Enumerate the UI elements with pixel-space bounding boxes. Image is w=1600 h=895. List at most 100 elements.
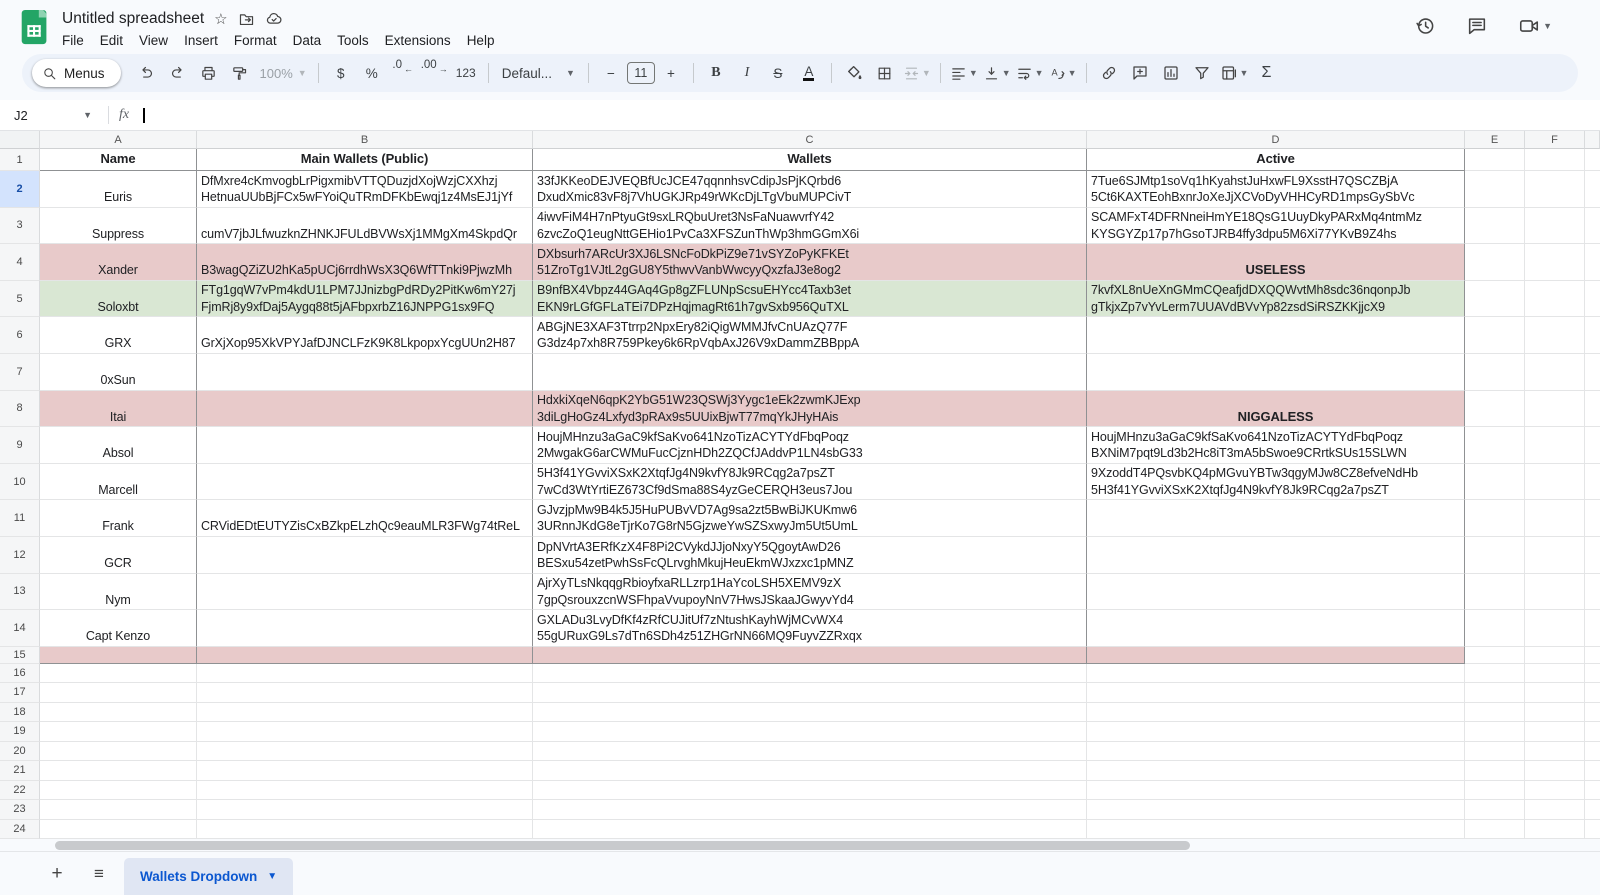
cell-A12[interactable]: GCR	[40, 537, 197, 574]
menus-search-button[interactable]: Menus	[32, 59, 121, 87]
menu-file[interactable]: File	[54, 31, 92, 50]
cell-D7[interactable]	[1087, 354, 1465, 391]
cell-A1[interactable]: Name	[40, 149, 197, 171]
cell-E20[interactable]	[1465, 742, 1525, 762]
borders-button[interactable]	[870, 60, 900, 86]
sheets-logo-icon[interactable]	[20, 9, 50, 47]
cell-B9[interactable]	[197, 427, 533, 464]
paint-format-button[interactable]	[225, 60, 255, 86]
cell-E3[interactable]	[1465, 208, 1525, 245]
fill-color-button[interactable]	[839, 60, 869, 86]
star-icon[interactable]: ☆	[214, 10, 227, 28]
cell-E22[interactable]	[1465, 781, 1525, 801]
cell-C15[interactable]	[533, 647, 1087, 664]
more-formats-button[interactable]: 123	[451, 60, 481, 86]
menu-insert[interactable]: Insert	[176, 31, 226, 50]
undo-button[interactable]	[132, 60, 162, 86]
cell-E19[interactable]	[1465, 722, 1525, 742]
cell-F2[interactable]	[1525, 171, 1585, 208]
menu-help[interactable]: Help	[459, 31, 503, 50]
cell-D1[interactable]: Active	[1087, 149, 1465, 171]
cell-C24[interactable]	[533, 820, 1087, 839]
cell-E2[interactable]	[1465, 171, 1525, 208]
cell-D2[interactable]: 7Tue6SJMtp1soVq1hKyahstJuHxwFL9XsstH7QSC…	[1087, 171, 1465, 208]
row-header-3[interactable]: 3	[0, 208, 40, 245]
menu-extensions[interactable]: Extensions	[377, 31, 459, 50]
cell-A4[interactable]: Xander	[40, 244, 197, 281]
row-header-10[interactable]: 10	[0, 464, 40, 501]
cell-E14[interactable]	[1465, 610, 1525, 647]
cell-C17[interactable]	[533, 683, 1087, 703]
row-header-22[interactable]: 22	[0, 781, 40, 801]
cell-F5[interactable]	[1525, 281, 1585, 318]
cell-C5[interactable]: B9nfBX4Vbpz44GAq4Gp8gZFLUNpScsuEHYcc4Tax…	[533, 281, 1087, 318]
cell-C4[interactable]: DXbsurh7ARcUr3XJ6LSNcFoDkPiZ9e71vSYZoPyK…	[533, 244, 1087, 281]
cell-D17[interactable]	[1087, 683, 1465, 703]
format-currency-button[interactable]: $	[326, 60, 356, 86]
cell-B11[interactable]: CRVidEDtEUTYZisCxBZkpELzhQc9eauMLR3FWg74…	[197, 500, 533, 537]
cell-A15[interactable]	[40, 647, 197, 664]
cell-C18[interactable]	[533, 703, 1087, 723]
cell-D23[interactable]	[1087, 800, 1465, 820]
row-header-24[interactable]: 24	[0, 820, 40, 839]
cell-F14[interactable]	[1525, 610, 1585, 647]
text-color-button[interactable]: A	[794, 60, 824, 86]
all-sheets-button[interactable]: ≡	[82, 857, 116, 891]
column-header-F[interactable]: F	[1525, 131, 1585, 149]
row-header-21[interactable]: 21	[0, 761, 40, 781]
row-header-6[interactable]: 6	[0, 317, 40, 354]
cell-D3[interactable]: SCAMFxT4DFRNneiHmYE18QsG1UuyDkyPARxMq4nt…	[1087, 208, 1465, 245]
cell-B2[interactable]: DfMxre4cKmvogbLrPigxmibVTTQDuzjdXojWzjCX…	[197, 171, 533, 208]
zoom-select[interactable]: 100%▼	[256, 66, 311, 81]
cell-C6[interactable]: ABGjNE3XAF3Ttrrp2NpxEry82iQigWMMJfvCnUAz…	[533, 317, 1087, 354]
cell-B16[interactable]	[197, 664, 533, 684]
format-percent-button[interactable]: %	[357, 60, 387, 86]
name-box[interactable]: J2 ▼	[14, 108, 98, 123]
increase-font-size-button[interactable]: +	[656, 60, 686, 86]
cell-A13[interactable]: Nym	[40, 574, 197, 611]
cell-B1[interactable]: Main Wallets (Public)	[197, 149, 533, 171]
cell-F7[interactable]	[1525, 354, 1585, 391]
text-rotation-button[interactable]: A▼	[1047, 60, 1079, 86]
cell-A16[interactable]	[40, 664, 197, 684]
cell-E18[interactable]	[1465, 703, 1525, 723]
cell-B17[interactable]	[197, 683, 533, 703]
menu-edit[interactable]: Edit	[92, 31, 131, 50]
document-title[interactable]: Untitled spreadsheet	[62, 10, 204, 28]
cell-C13[interactable]: AjrXyTLsNkqqgRbioyfxaRLLzrp1HaYcoLSH5XEM…	[533, 574, 1087, 611]
decrease-decimals-button[interactable]: .0←	[388, 60, 418, 86]
row-header-17[interactable]: 17	[0, 683, 40, 703]
cell-C11[interactable]: GJvzjpMw9B4k5J5HuPUBvVD7Ag9sa2zt5BwBiJKU…	[533, 500, 1087, 537]
cell-D22[interactable]	[1087, 781, 1465, 801]
cell-B7[interactable]	[197, 354, 533, 391]
decrease-font-size-button[interactable]: −	[596, 60, 626, 86]
row-header-23[interactable]: 23	[0, 800, 40, 820]
cell-F16[interactable]	[1525, 664, 1585, 684]
menu-data[interactable]: Data	[285, 31, 330, 50]
cell-F3[interactable]	[1525, 208, 1585, 245]
cell-F15[interactable]	[1525, 647, 1585, 664]
formula-input-cursor[interactable]	[143, 108, 145, 123]
row-header-12[interactable]: 12	[0, 537, 40, 574]
column-header-A[interactable]: A	[40, 131, 197, 149]
functions-button[interactable]: Σ	[1251, 60, 1281, 86]
cell-A23[interactable]	[40, 800, 197, 820]
vertical-align-button[interactable]: ▼	[981, 60, 1013, 86]
cell-F6[interactable]	[1525, 317, 1585, 354]
cell-F13[interactable]	[1525, 574, 1585, 611]
cell-D20[interactable]	[1087, 742, 1465, 762]
cell-B6[interactable]: GrXjXop95XkVPYJafDJNCLFzK9K8LkpopxYcgUUn…	[197, 317, 533, 354]
cell-C8[interactable]: HdxkiXqeN6qpK2YbG51W23QSWj3Yygc1eEk2zwmK…	[533, 391, 1087, 428]
cell-C23[interactable]	[533, 800, 1087, 820]
cell-C22[interactable]	[533, 781, 1087, 801]
cell-A22[interactable]	[40, 781, 197, 801]
version-history-button[interactable]	[1414, 15, 1436, 37]
move-folder-icon[interactable]	[238, 11, 255, 28]
cell-B10[interactable]	[197, 464, 533, 501]
column-header-D[interactable]: D	[1087, 131, 1465, 149]
cell-E15[interactable]	[1465, 647, 1525, 664]
bold-button[interactable]: B	[701, 60, 731, 86]
menu-view[interactable]: View	[131, 31, 176, 50]
menu-tools[interactable]: Tools	[329, 31, 377, 50]
table-views-button[interactable]: ▼	[1218, 60, 1251, 86]
